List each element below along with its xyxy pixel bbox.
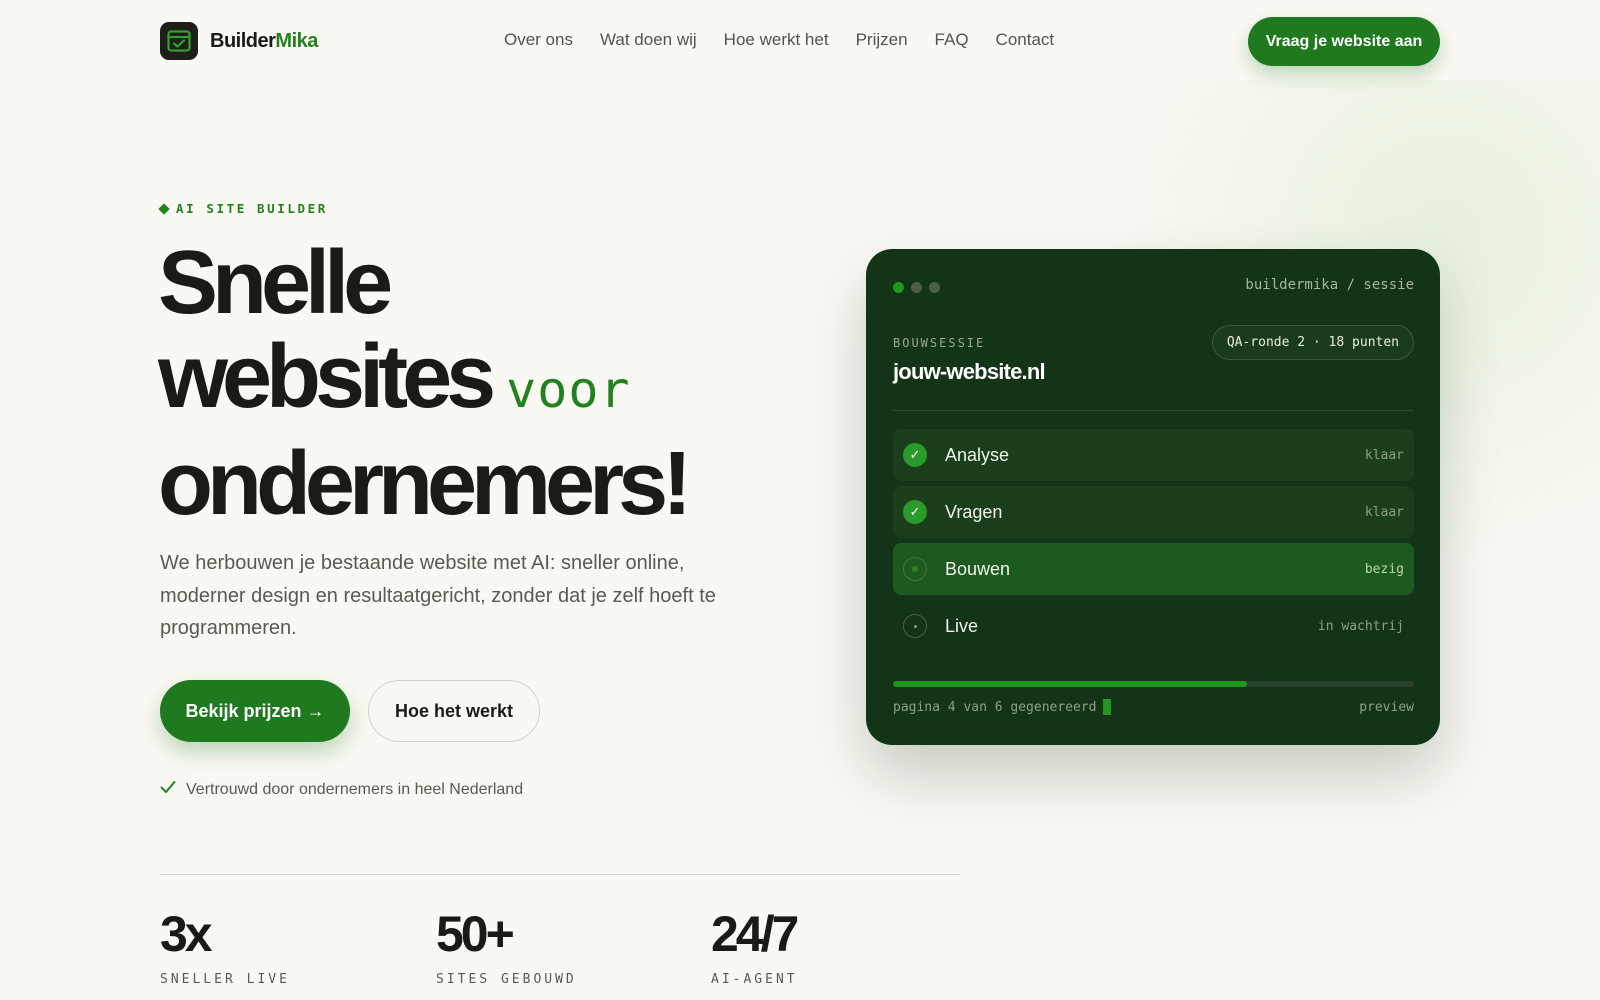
- stat-label: AI-AGENT: [711, 972, 798, 987]
- stat-label: SITES GEBOUWD: [436, 972, 577, 987]
- stat-value: 50+: [436, 906, 515, 962]
- logo-text-part1: Builder: [210, 29, 276, 52]
- card-divider: [893, 410, 1414, 411]
- build-session-card: buildermika / sessie BOUWSESSIE jouw-web…: [866, 249, 1440, 745]
- diamond-icon: [158, 202, 170, 215]
- step-status: in wachtrij: [1317, 618, 1404, 634]
- hero-headline: Snelle websites voor ondernemers!: [158, 236, 798, 531]
- hero-eyebrow: AI SITE BUILDER: [158, 201, 328, 216]
- nav-link-wat-doen-wij[interactable]: Wat doen wij: [600, 30, 697, 50]
- step-status: klaar: [1364, 504, 1404, 520]
- nav-link-over-ons[interactable]: Over ons: [504, 30, 573, 50]
- step-name: Live: [945, 615, 979, 636]
- card-footer: pagina 4 van 6 gegenereerd preview: [893, 699, 1414, 715]
- window-dot-green: [893, 282, 904, 293]
- session-url: jouw-website.nl: [893, 359, 1046, 384]
- step-live: Live in wachtrij: [893, 600, 1414, 652]
- step-bouwen: Bouwen bezig: [893, 543, 1414, 595]
- logo-text-part2: Mika: [275, 29, 318, 52]
- pending-icon: [903, 614, 927, 638]
- stat-sites: 50+ SITES GEBOUWD: [436, 908, 577, 987]
- trust-text: Vertrouwd door ondernemers in heel Neder…: [186, 780, 524, 798]
- build-progress-fill: [893, 681, 1248, 687]
- request-website-button[interactable]: Vraag je website aan: [1248, 17, 1440, 66]
- step-name: Analyse: [945, 444, 1010, 465]
- window-dots: [893, 282, 940, 293]
- qa-round-badge: QA-ronde 2 · 18 punten: [1211, 325, 1414, 360]
- headline-line-1: Snelle: [158, 233, 393, 333]
- nav-links: Over ons Wat doen wij Hoe werkt het Prij…: [504, 30, 1054, 50]
- nav-link-hoe-werkt-het[interactable]: Hoe werkt het: [724, 30, 829, 50]
- stat-speed: 3x SNELLER LIVE: [160, 908, 290, 987]
- step-vragen: ✓ Vragen klaar: [893, 486, 1414, 538]
- logo[interactable]: BuilderMika: [160, 22, 318, 60]
- trust-note: Vertrouwd door ondernemers in heel Neder…: [160, 780, 523, 799]
- logo-text: BuilderMika: [210, 30, 318, 53]
- checkmark-icon: ✓: [903, 443, 927, 467]
- in-progress-icon: [903, 557, 927, 581]
- hero-subtitle: We herbouwen je bestaande website met AI…: [160, 552, 716, 639]
- step-status: klaar: [1364, 447, 1404, 463]
- headline-line-2: websites voor: [158, 330, 798, 437]
- stat-agent: 24/7 AI-AGENT: [711, 906, 799, 987]
- browser-check-icon: [160, 22, 198, 60]
- step-status: bezig: [1364, 561, 1404, 577]
- progress-text: pagina 4 van 6 gegenereerd: [893, 699, 1097, 715]
- session-path: buildermika / sessie: [1245, 277, 1414, 293]
- top-navigation: BuilderMika Over ons Wat doen wij Hoe we…: [0, 0, 1600, 82]
- nav-link-contact[interactable]: Contact: [996, 30, 1055, 50]
- headline-accent: voor: [506, 361, 631, 419]
- window-dot: [911, 282, 922, 293]
- preview-link[interactable]: preview: [1359, 700, 1414, 715]
- build-progress-bar: [893, 681, 1414, 687]
- cursor-block-icon: [1102, 699, 1111, 715]
- stats-divider: [160, 874, 960, 875]
- eyebrow-text: AI SITE BUILDER: [176, 201, 328, 216]
- check-icon: [160, 780, 176, 799]
- stat-value: 24/7: [711, 906, 799, 962]
- step-analyse: ✓ Analyse klaar: [893, 429, 1414, 481]
- window-dot: [929, 282, 940, 293]
- headline-line-3: ondernemers!: [158, 434, 692, 534]
- step-name: Bouwen: [945, 558, 1011, 579]
- checkmark-icon: ✓: [903, 500, 927, 524]
- session-label: BOUWSESSIE: [893, 336, 986, 350]
- nav-link-prijzen[interactable]: Prijzen: [856, 30, 908, 50]
- how-it-works-button[interactable]: Hoe het werkt: [368, 680, 540, 742]
- step-name: Vragen: [945, 501, 1003, 522]
- nav-link-faq[interactable]: FAQ: [935, 30, 969, 50]
- headline-websites: websites: [158, 327, 496, 427]
- stat-value: 3x: [160, 906, 213, 962]
- build-steps: ✓ Analyse klaar ✓ Vragen klaar Bouwen be…: [893, 429, 1414, 657]
- view-pricing-button[interactable]: Bekijk prijzen →: [160, 680, 350, 742]
- stat-label: SNELLER LIVE: [160, 972, 290, 987]
